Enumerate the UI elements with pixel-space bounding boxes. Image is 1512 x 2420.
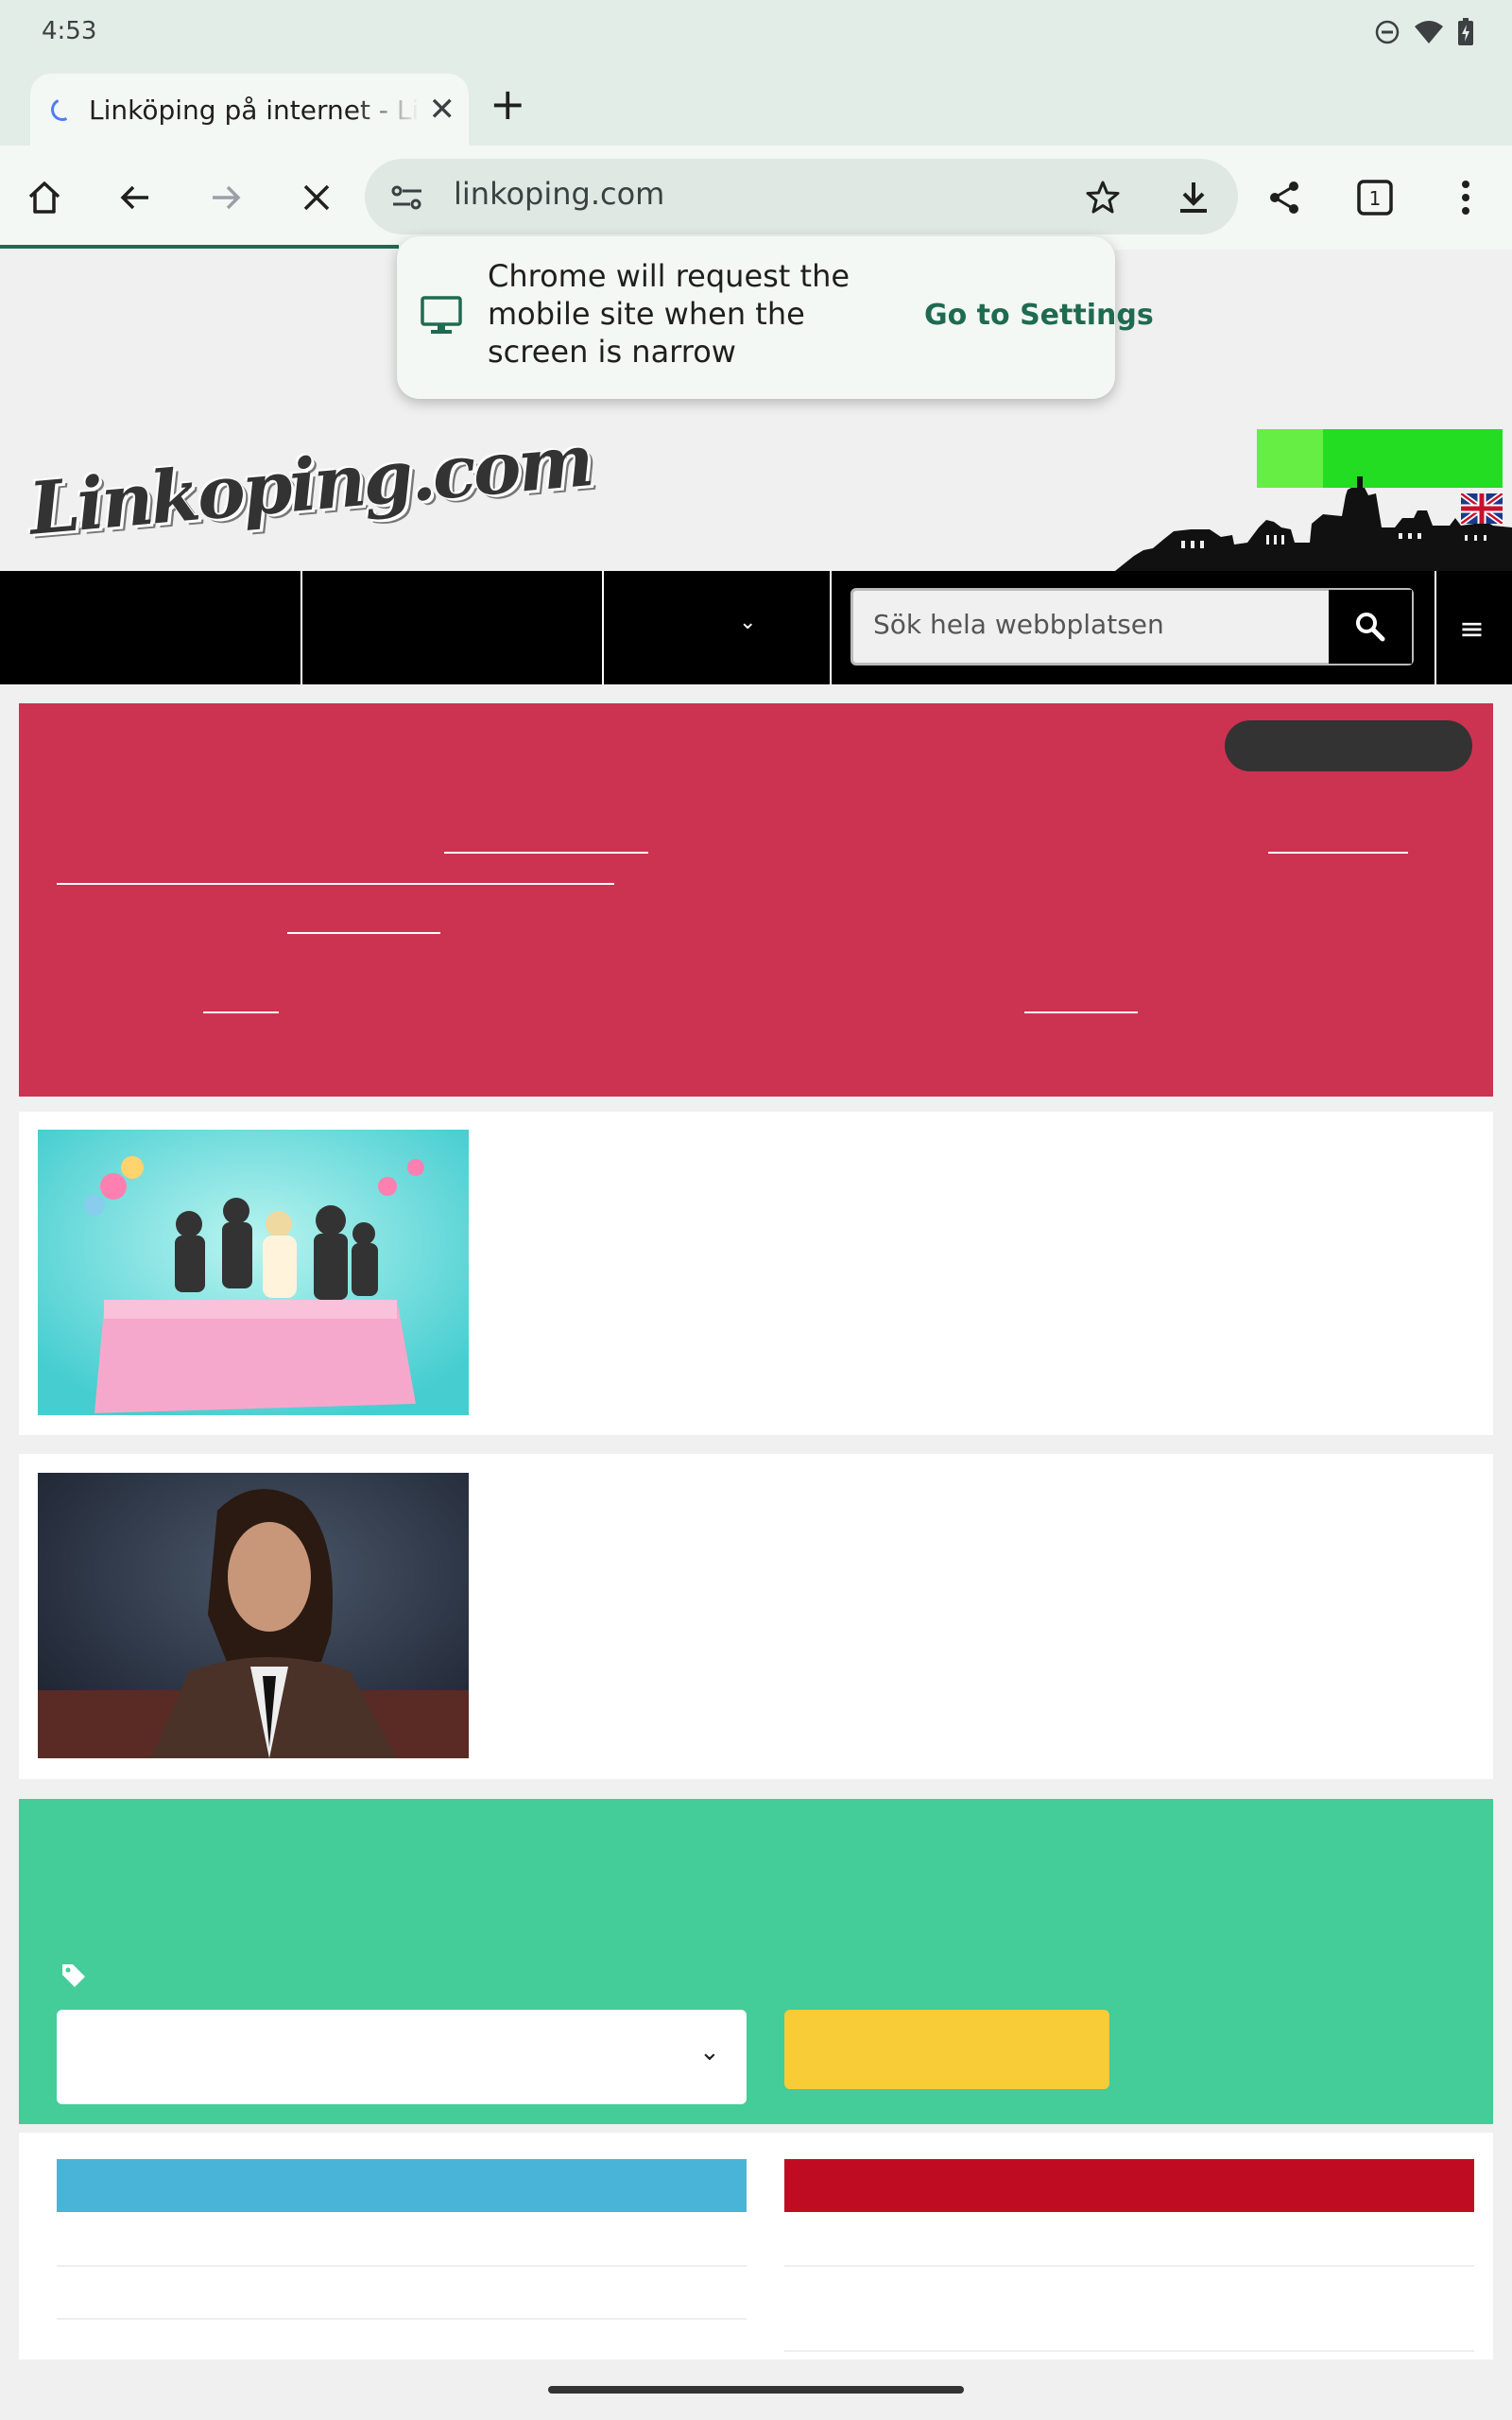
blue-section-header: [57, 2159, 747, 2212]
nav-item-dropdown[interactable]: [604, 571, 830, 684]
banner-link[interactable]: [1024, 1011, 1138, 1013]
new-tab-button[interactable]: +: [490, 79, 526, 129]
active-tab[interactable]: Linköping på internet - Linköping ✕: [30, 74, 469, 146]
loading-spinner-icon: [47, 95, 77, 125]
stop-loading-button[interactable]: [291, 172, 342, 223]
back-arrow-icon: [120, 185, 148, 210]
desktop-monitor-icon: [421, 296, 462, 334]
nav-item-2[interactable]: [302, 571, 602, 684]
divider: [784, 2265, 1474, 2267]
nav-divider: [830, 571, 832, 684]
home-button[interactable]: [19, 172, 70, 223]
page-load-progress: [0, 245, 399, 249]
back-button[interactable]: [110, 172, 161, 223]
article-image-portrait[interactable]: [38, 1473, 469, 1758]
bookmark-button[interactable]: [1077, 172, 1128, 223]
more-vertical-icon: [1462, 181, 1469, 215]
banner-link[interactable]: [57, 883, 614, 885]
tab-switcher-button[interactable]: 1: [1349, 172, 1400, 223]
status-icons: [1374, 17, 1474, 51]
uk-flag-icon[interactable]: [1461, 493, 1503, 524]
banner-pill-button[interactable]: [1225, 720, 1472, 771]
red-section-header: [784, 2159, 1474, 2212]
category-select[interactable]: [57, 2010, 747, 2104]
hamburger-menu-icon[interactable]: ≡: [1459, 611, 1485, 647]
search-icon: [1356, 613, 1385, 642]
nav-divider: [1435, 571, 1436, 684]
status-clock: 4:53: [42, 17, 97, 45]
forward-button[interactable]: [200, 172, 251, 223]
do-not-disturb-icon: [1374, 19, 1400, 49]
download-icon: [1180, 182, 1207, 213]
tab-title: Linköping på internet - Linköping: [89, 94, 420, 126]
svg-text:1: 1: [1369, 187, 1382, 210]
overflow-menu-button[interactable]: [1440, 172, 1491, 223]
site-search-button[interactable]: [1329, 590, 1412, 664]
chevron-down-icon: ⌄: [699, 2038, 720, 2066]
banner-link[interactable]: [203, 1011, 279, 1013]
tune-icon: [391, 185, 421, 210]
download-button[interactable]: [1168, 172, 1219, 223]
tab-count-icon: 1: [1357, 180, 1393, 216]
share-button[interactable]: [1259, 172, 1310, 223]
forward-arrow-icon: [213, 185, 241, 210]
url-text[interactable]: linkoping.com: [454, 176, 664, 212]
status-bar: [0, 0, 1512, 68]
divider: [784, 2350, 1474, 2352]
wifi-icon: [1414, 19, 1444, 49]
home-icon: [28, 182, 60, 214]
share-icon: [1270, 182, 1298, 214]
site-search-placeholder: Sök hela webbplatsen: [873, 609, 1164, 640]
banner-link[interactable]: [287, 932, 440, 934]
stop-x-icon: [303, 184, 330, 211]
banner-link[interactable]: [1268, 852, 1408, 854]
site-settings-button[interactable]: [382, 172, 433, 223]
tag-icon: [62, 1964, 85, 1987]
battery-icon: [1457, 18, 1474, 50]
star-outline-icon: [1086, 181, 1120, 214]
popup-message: Chrome will request the mobile site when…: [488, 258, 850, 370]
go-to-settings-button[interactable]: Go to Settings: [924, 299, 1154, 332]
nav-item-1[interactable]: [0, 571, 301, 684]
banner-link[interactable]: [444, 852, 648, 854]
gesture-navigation-bar[interactable]: [548, 2386, 964, 2394]
article-image-party[interactable]: [38, 1130, 469, 1415]
divider: [57, 2265, 747, 2267]
close-tab-icon[interactable]: ✕: [429, 91, 456, 129]
chevron-down-icon: ⌄: [739, 611, 757, 634]
divider: [57, 2318, 747, 2320]
city-skyline-graphic: [1115, 476, 1512, 571]
yellow-submit-button[interactable]: [784, 2010, 1109, 2089]
